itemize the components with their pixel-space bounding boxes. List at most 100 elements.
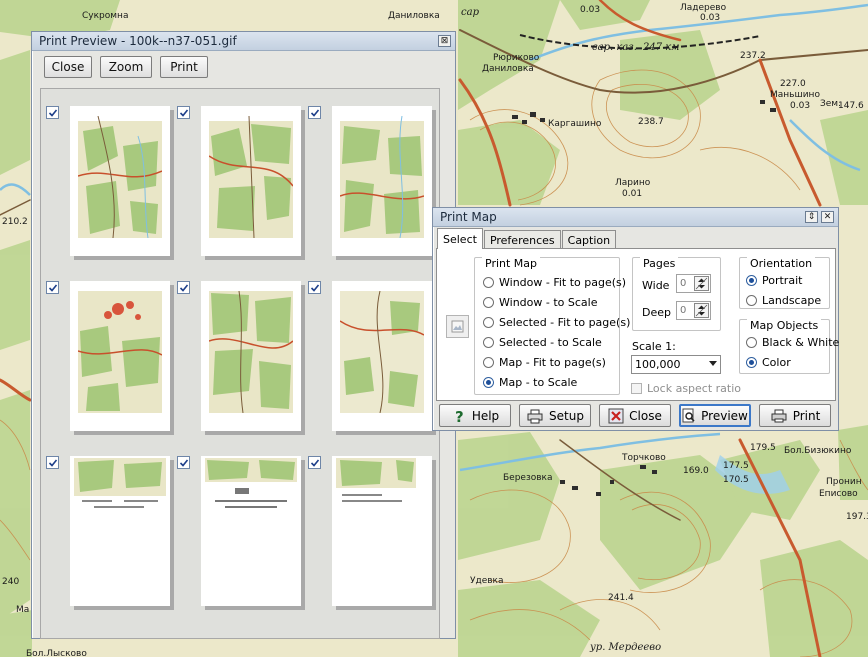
page-checkbox[interactable] [46, 106, 59, 119]
close-door-icon [608, 408, 624, 423]
map-label: Каргашино [548, 119, 602, 129]
scale-select[interactable]: 100,000 [631, 355, 721, 374]
select-tab-panel: Print Map Window - Fit to page(s) Window… [436, 248, 839, 401]
page-sheet [201, 106, 301, 256]
map-label: Ларино [615, 178, 651, 188]
page-sheet [70, 456, 170, 606]
restore-icon[interactable]: ⇕ [805, 211, 818, 223]
wide-spinner[interactable]: 0 [676, 274, 711, 293]
pages-group-legend: Pages [640, 257, 679, 270]
print-preview-title-bar[interactable]: Print Preview - 100k--n37-051.gif ⊠ [32, 32, 455, 51]
page-sheet [201, 281, 301, 431]
close-icon[interactable]: ✕ [821, 211, 834, 223]
map-elevation: 0.03 [790, 101, 810, 111]
map-elevation: 238.7 [638, 117, 664, 127]
map-elevation: 0.01 [622, 189, 642, 199]
print-button[interactable]: Print [759, 404, 831, 427]
radio-selected-icon [746, 357, 757, 368]
map-label: Пронин [826, 477, 862, 487]
radio-landscape[interactable]: Landscape [746, 294, 821, 307]
radio-window-fit[interactable]: Window - Fit to page(s) [483, 276, 626, 289]
map-label: Ладерево [680, 3, 727, 13]
radio-black-white[interactable]: Black & White [746, 336, 839, 349]
page-thumbnail[interactable] [308, 106, 438, 276]
preview-button[interactable]: Preview [679, 404, 751, 427]
map-elevation: 227.0 [780, 79, 806, 89]
chevron-down-icon [709, 361, 717, 366]
page-checkbox[interactable] [308, 456, 321, 469]
map-label: Маньшино [770, 90, 820, 100]
print-map-dialog: Print Map ⇕ ✕ Select Preferences Caption… [432, 207, 839, 431]
close-button[interactable]: Close [599, 404, 671, 427]
print-button[interactable]: Print [160, 56, 208, 78]
map-label: ур. Мердеево [589, 642, 661, 653]
radio-selected-fit[interactable]: Selected - Fit to page(s) [483, 316, 630, 329]
map-elevation: 169.0 [683, 466, 709, 476]
map-elevation: 240 [2, 577, 19, 587]
page-thumbnail[interactable] [177, 281, 307, 451]
page-checkbox[interactable] [308, 106, 321, 119]
page-checkbox[interactable] [177, 281, 190, 294]
checkmark-icon [179, 108, 188, 117]
close-icon[interactable]: ⊠ [438, 35, 451, 47]
page-thumbnail[interactable] [46, 281, 176, 451]
radio-label: Portrait [762, 274, 803, 287]
map-tile-image [78, 116, 162, 238]
lock-aspect-checkbox[interactable]: Lock aspect ratio [631, 382, 741, 395]
page-checkbox[interactable] [308, 281, 321, 294]
close-button[interactable]: Close [44, 56, 92, 78]
page-thumbnail[interactable] [308, 456, 438, 626]
map-label: Еписово [819, 489, 858, 499]
page-checkbox[interactable] [46, 281, 59, 294]
help-button[interactable]: ? Help [439, 404, 511, 427]
deep-spinner[interactable]: 0 [676, 301, 711, 320]
page-checkbox[interactable] [46, 456, 59, 469]
page-checkbox[interactable] [177, 106, 190, 119]
page-sheet [332, 281, 432, 431]
lock-aspect-label: Lock aspect ratio [647, 382, 742, 395]
scale-value: 100,000 [635, 358, 681, 371]
page-thumbnail[interactable] [46, 456, 176, 626]
radio-label: Landscape [762, 294, 822, 307]
page-thumbnail[interactable] [177, 106, 307, 276]
page-sheet [332, 106, 432, 256]
page-thumbnail[interactable] [308, 281, 438, 451]
radio-label: Window - Fit to page(s) [499, 276, 627, 289]
checkmark-icon [179, 283, 188, 292]
page-thumbnail[interactable] [177, 456, 307, 626]
page-checkbox[interactable] [177, 456, 190, 469]
map-label: сар [461, 7, 480, 18]
tab-caption[interactable]: Caption [561, 230, 617, 249]
tab-select[interactable]: Select [437, 228, 483, 249]
map-label: Рюриково [493, 53, 540, 63]
radio-label: Window - to Scale [499, 296, 598, 309]
map-label: сар. каз. [592, 42, 637, 53]
tab-preferences[interactable]: Preferences [483, 230, 561, 249]
print-map-title-bar[interactable]: Print Map ⇕ ✕ [433, 208, 838, 227]
radio-label: Color [762, 356, 791, 369]
checkmark-icon [310, 283, 319, 292]
help-label: Help [471, 408, 500, 423]
radio-icon [746, 337, 757, 348]
zoom-button[interactable]: Zoom [100, 56, 152, 78]
radio-map-fit[interactable]: Map - Fit to page(s) [483, 356, 606, 369]
setup-label: Setup [549, 408, 584, 423]
page-sheet [70, 281, 170, 431]
page-sheet [332, 456, 432, 606]
print-label: Print [792, 408, 821, 423]
page-sheet [70, 106, 170, 256]
checkbox-icon [631, 383, 642, 394]
radio-map-scale[interactable]: Map - to Scale [483, 376, 577, 389]
page-thumbnail[interactable] [46, 106, 176, 276]
radio-color[interactable]: Color [746, 356, 791, 369]
map-preview-icon[interactable] [446, 315, 469, 338]
print-preview-window: Print Preview - 100k--n37-051.gif ⊠ Clos… [31, 31, 456, 639]
page-preview-area[interactable] [40, 88, 440, 639]
radio-portrait[interactable]: Portrait [746, 274, 802, 287]
radio-window-scale[interactable]: Window - to Scale [483, 296, 597, 309]
checkmark-icon [310, 458, 319, 467]
print-map-group-legend: Print Map [482, 257, 541, 270]
radio-selected-scale[interactable]: Selected - to Scale [483, 336, 602, 349]
setup-button[interactable]: Setup [519, 404, 591, 427]
scale-label: Scale 1: [632, 340, 676, 353]
